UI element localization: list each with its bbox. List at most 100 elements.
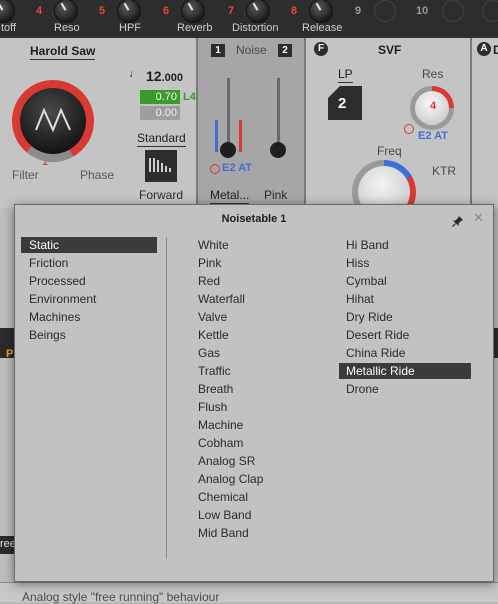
- macro-number-8: 8: [291, 5, 298, 17]
- tempo-value-main[interactable]: 12: [146, 68, 162, 84]
- macro-number-10: 10: [416, 5, 429, 17]
- noise-item[interactable]: Low Band: [191, 507, 321, 523]
- macro-knob-8[interactable]: [310, 0, 332, 22]
- macro-knob-4[interactable]: [55, 0, 77, 22]
- macro-knob-10[interactable]: [442, 0, 464, 22]
- noise-item[interactable]: Gas: [191, 345, 321, 361]
- noise-item[interactable]: Machine: [191, 417, 321, 433]
- category-item[interactable]: Static: [21, 237, 157, 253]
- macro-label-8: Release: [302, 22, 343, 34]
- noise-fader-1-mod-blue: [215, 120, 218, 152]
- category-item[interactable]: Processed: [21, 273, 157, 289]
- res-mod-label: E2 AT: [418, 130, 448, 142]
- noise-type-1[interactable]: Metal...: [210, 188, 250, 204]
- direction-label[interactable]: Forward: [139, 188, 183, 202]
- macro-knob-11[interactable]: [482, 0, 498, 22]
- amp-badge[interactable]: A: [477, 42, 491, 56]
- phase-label: Phase: [80, 168, 115, 182]
- noise-fader-2-handle[interactable]: [270, 142, 286, 158]
- res-mod-indicator-icon: [404, 124, 414, 134]
- macro-label-6: Reverb: [177, 22, 213, 34]
- noise-item[interactable]: Kettle: [191, 327, 321, 343]
- noise-slot-2-badge[interactable]: 2: [278, 44, 292, 57]
- noise-item[interactable]: White: [191, 237, 321, 253]
- offset-value[interactable]: 0.00: [140, 106, 180, 120]
- noise-item[interactable]: Hi Band: [339, 237, 471, 253]
- noise-item[interactable]: Valve: [191, 309, 321, 325]
- category-item[interactable]: Machines: [21, 309, 157, 325]
- noise-item[interactable]: Desert Ride: [339, 327, 471, 343]
- side-p-label: P: [6, 348, 14, 360]
- noise-item[interactable]: Analog Clap: [191, 471, 321, 487]
- noise-item[interactable]: China Ride: [339, 345, 471, 361]
- filter-label: Filter: [12, 168, 39, 182]
- noise-fader-1-handle[interactable]: [220, 142, 236, 158]
- noisetable-popup: Noisetable 1 ✕ Static Friction Processed…: [14, 204, 494, 582]
- noise-item[interactable]: Waterfall: [191, 291, 321, 307]
- noise-fader-2-track: [277, 78, 280, 150]
- macro-knob-7[interactable]: [247, 0, 269, 22]
- macro-knob-5[interactable]: [118, 0, 140, 22]
- macro-label-5: HPF: [119, 22, 141, 34]
- filter-slope-value: 2: [338, 95, 347, 112]
- filter-badge[interactable]: F: [314, 42, 328, 56]
- column-divider: [166, 237, 167, 559]
- noise-item[interactable]: Traffic: [191, 363, 321, 379]
- resonance-knob[interactable]: 4: [410, 86, 454, 130]
- noise-item[interactable]: Cymbal: [339, 273, 471, 289]
- category-item[interactable]: Beings: [21, 327, 157, 343]
- level-tag: L4: [183, 91, 196, 103]
- mode-label[interactable]: Standard: [137, 131, 186, 147]
- category-item[interactable]: Environment: [21, 291, 157, 307]
- noise-type-2[interactable]: Pink: [264, 188, 287, 202]
- noise-item[interactable]: Dry Ride: [339, 309, 471, 325]
- pin-icon[interactable]: [452, 214, 464, 227]
- noise-item[interactable]: Drone: [339, 381, 471, 397]
- res-value: 4: [430, 100, 437, 112]
- noise-fader-1-mod-red: [239, 120, 242, 152]
- macro-knob-3[interactable]: [0, 0, 14, 22]
- mod-indicator-icon: [210, 164, 220, 174]
- noise-item[interactable]: Red: [191, 273, 321, 289]
- noise-item[interactable]: Hiss: [339, 255, 471, 271]
- close-icon[interactable]: ✕: [473, 211, 484, 225]
- oscillator-wave-knob[interactable]: [12, 80, 94, 162]
- macro-number-5: 5: [99, 5, 106, 17]
- amp-letter: D: [493, 43, 498, 57]
- macro-bar: toff 4 Reso 5 HPF 6 Reverb 7 Distortion …: [0, 0, 498, 38]
- noise-item[interactable]: Mid Band: [191, 525, 321, 541]
- noise-item[interactable]: Analog SR: [191, 453, 321, 469]
- noise-item[interactable]: Hihat: [339, 291, 471, 307]
- macro-knob-9[interactable]: [374, 0, 396, 22]
- macro-knob-6[interactable]: [182, 0, 204, 22]
- res-label: Res: [422, 67, 444, 81]
- amp-panel: A D: [472, 38, 498, 208]
- macro-number-9: 9: [355, 5, 362, 17]
- noise-panel: 1 Noise 2 E2 AT Metal... Pink: [198, 38, 304, 208]
- macro-label-7: Distortion: [232, 22, 279, 34]
- waveform-icon: [35, 107, 71, 133]
- noise-item[interactable]: Flush: [191, 399, 321, 415]
- noise-item-selected[interactable]: Metallic Ride: [339, 363, 471, 379]
- level-value[interactable]: 0.70: [140, 90, 180, 104]
- waveform-mode-icon[interactable]: [145, 150, 177, 182]
- description-text: Analog style "free running" behaviour: [22, 590, 220, 604]
- noise-item[interactable]: Breath: [191, 381, 321, 397]
- filter-slope-icon[interactable]: 2: [328, 86, 362, 120]
- popup-title: Noisetable 1: [221, 213, 287, 225]
- freq-label: Freq: [377, 144, 402, 158]
- tempo-value-decimal: .000: [161, 72, 183, 84]
- noise-fader-1-track: [227, 78, 230, 150]
- noise-item[interactable]: Chemical: [191, 489, 321, 505]
- oscillator-title[interactable]: Harold Saw: [30, 44, 96, 60]
- noise-item[interactable]: Pink: [191, 255, 321, 271]
- category-item[interactable]: Friction: [21, 255, 157, 271]
- ktr-label: KTR: [432, 164, 456, 178]
- noise-item[interactable]: Cobham: [191, 435, 321, 451]
- noise-title: Noise: [236, 43, 267, 57]
- filter-mode[interactable]: LP: [338, 67, 353, 83]
- filter-title[interactable]: SVF: [378, 43, 401, 57]
- tempo-value: 12.000: [146, 68, 183, 84]
- noise-slot-1-badge[interactable]: 1: [211, 44, 225, 57]
- macro-label-3: toff: [1, 22, 17, 34]
